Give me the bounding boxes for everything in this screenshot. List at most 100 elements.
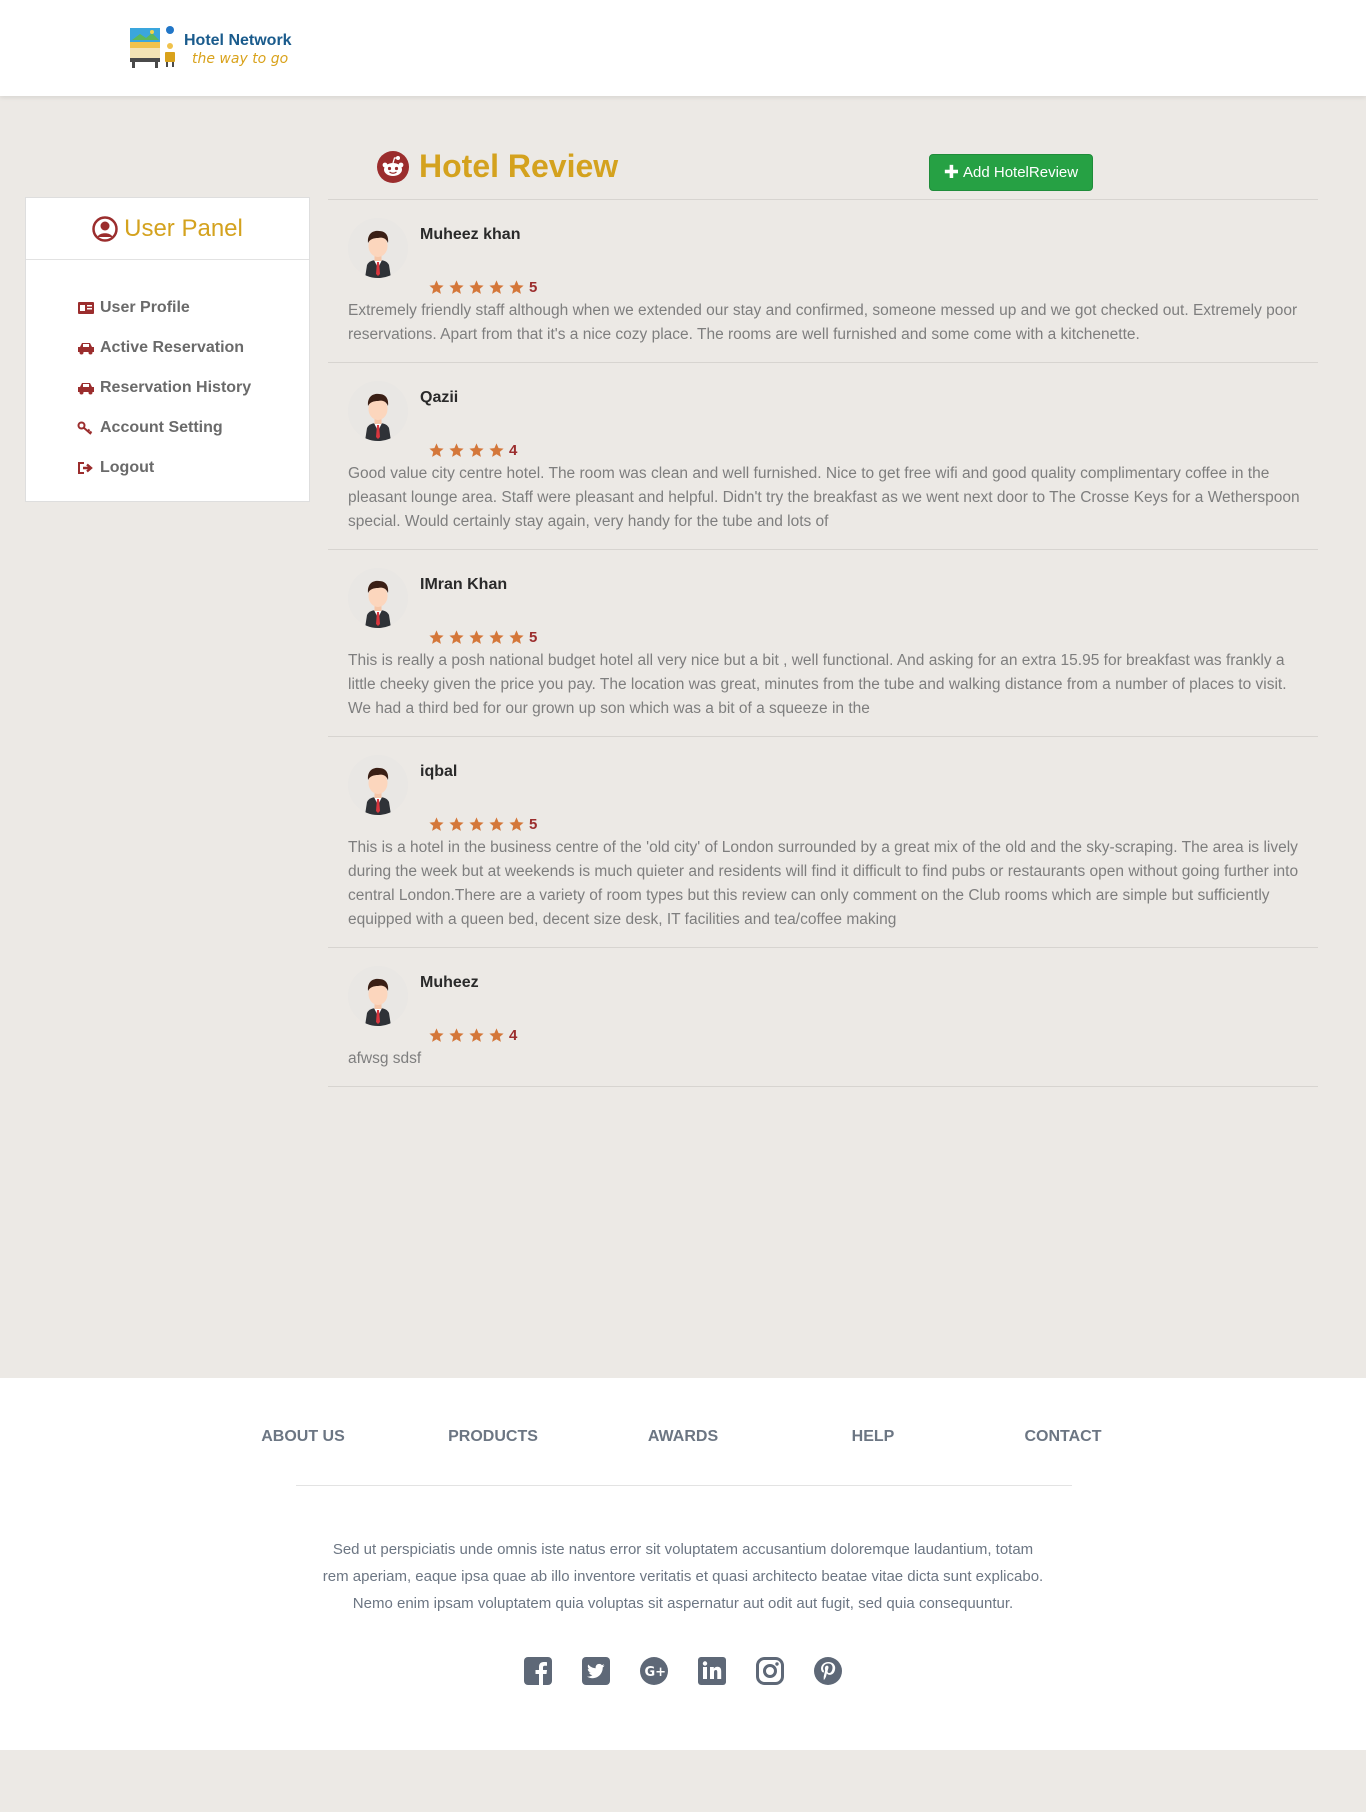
footer-link-help[interactable]: HELP [852, 1428, 895, 1446]
star-icon [469, 1027, 484, 1042]
user-panel-header: User Panel [26, 198, 309, 260]
review-header: IMran Khan [348, 568, 1318, 628]
review-item: Qazii 4 Good value city centre hotel. The … [328, 363, 1318, 550]
pinterest-icon[interactable] [813, 1656, 843, 1686]
brand[interactable]: Hotel Network the way to go [128, 26, 292, 70]
star-icon [449, 1027, 464, 1042]
footer-link-about-us[interactable]: ABOUT US [261, 1428, 345, 1446]
page-title: Hotel Review [376, 148, 618, 185]
sign-out-icon [78, 462, 93, 474]
footer: ABOUT US PRODUCTS AWARDS HELP CONTACT Se… [0, 1378, 1366, 1750]
car-icon [78, 383, 94, 395]
top-navbar: Hotel Network the way to go [0, 0, 1366, 96]
star-icon [449, 816, 464, 831]
review-item: Muheez 4 afwsg sdsf [328, 948, 1318, 1087]
footer-link-awards[interactable]: AWARDS [648, 1428, 718, 1446]
user-circle-icon [92, 215, 118, 242]
review-header: Muheez [348, 966, 1318, 1026]
star-icon [489, 629, 504, 644]
social-links: G+ [523, 1656, 871, 1686]
star-icon [429, 816, 444, 831]
star-rating: 5 [428, 277, 1318, 297]
sidebar-item-logout[interactable]: Logout [77, 448, 309, 488]
user-panel-title: User Panel [124, 214, 243, 242]
footer-description: Sed ut perspiciatis unde omnis iste natu… [322, 1541, 1044, 1612]
sidebar-item-user-profile[interactable]: User Profile [77, 288, 309, 328]
google-plus-icon[interactable]: G+ [639, 1656, 669, 1686]
rating-value: 4 [509, 1026, 518, 1044]
footer-nav: ABOUT US PRODUCTS AWARDS HELP CONTACT [0, 1428, 1366, 1448]
review-item: IMran Khan 5 This is really a posh nationa… [328, 550, 1318, 737]
facebook-icon[interactable] [523, 1656, 553, 1686]
star-icon [429, 279, 444, 294]
reviewer-name: Qazii [420, 389, 459, 406]
sidebar-item-account-setting[interactable]: Account Setting [77, 408, 309, 448]
user-panel: User Panel User Profile Active Reservati… [25, 197, 310, 502]
star-rating: 4 [428, 1025, 1318, 1045]
review-header: Muheez khan [348, 218, 1318, 278]
footer-link-contact[interactable]: CONTACT [1024, 1428, 1101, 1446]
add-hotel-review-button[interactable]: ✚ Add HotelReview [929, 154, 1093, 191]
page-title-text: Hotel Review [419, 148, 619, 184]
hotel-logo-icon [130, 26, 175, 68]
sidebar-item-reservation-history[interactable]: Reservation History [77, 368, 309, 408]
plus-icon: ✚ [943, 162, 960, 182]
star-rating: 4 [428, 440, 1318, 460]
review-header: Qazii [348, 381, 1318, 441]
footer-link-products[interactable]: PRODUCTS [448, 1428, 538, 1446]
twitter-icon[interactable] [581, 1656, 611, 1686]
reviewer-name: IMran Khan [420, 576, 508, 593]
star-icon [429, 1027, 444, 1042]
brand-name: Hotel Network [184, 32, 292, 49]
star-icon [469, 279, 484, 294]
review-text: Good value city centre hotel. The room w… [348, 465, 1300, 530]
sidebar-item-label: Active Reservation [100, 339, 245, 356]
linkedin-icon[interactable] [697, 1656, 727, 1686]
footer-divider [296, 1485, 1072, 1486]
star-icon [469, 442, 484, 457]
star-rating: 5 [428, 627, 1318, 647]
rating-value: 5 [529, 628, 538, 646]
sidebar-item-label: Logout [100, 459, 155, 476]
svg-text:G+: G+ [645, 1665, 667, 1680]
review-text: This is a hotel in the business centre o… [348, 839, 1299, 928]
star-icon [509, 816, 524, 831]
car-icon [78, 343, 94, 355]
star-icon [449, 629, 464, 644]
star-icon [509, 279, 524, 294]
brand-tagline: the way to go [192, 51, 289, 67]
add-hotel-review-label: Add HotelReview [963, 164, 1079, 181]
review-text: This is really a posh national budget ho… [348, 652, 1287, 717]
review-header: iqbal [348, 755, 1318, 815]
avatar [348, 755, 408, 815]
rating-value: 5 [529, 815, 538, 833]
reviewer-name: Muheez [420, 974, 479, 991]
review-text: Extremely friendly staff although when w… [348, 302, 1298, 343]
star-icon [429, 629, 444, 644]
review-item: iqbal 5 This is a hotel in the business ce… [328, 737, 1318, 948]
rating-value: 4 [509, 441, 518, 459]
star-icon [449, 279, 464, 294]
key-icon [77, 421, 93, 435]
star-icon [509, 629, 524, 644]
reddit-icon [377, 150, 409, 183]
review-text: afwsg sdsf [348, 1050, 422, 1067]
star-icon [489, 1027, 504, 1042]
user-panel-menu: User Profile Active Reservation Reservat… [26, 260, 309, 488]
star-icon [469, 816, 484, 831]
rating-value: 5 [529, 278, 538, 296]
instagram-icon[interactable] [755, 1656, 785, 1686]
avatar [348, 381, 408, 441]
star-icon [429, 442, 444, 457]
star-icon [489, 816, 504, 831]
star-icon [469, 629, 484, 644]
review-list: Muheez khan 5 Extremely friendly staff alt… [328, 199, 1318, 1087]
avatar [348, 568, 408, 628]
avatar [348, 966, 408, 1026]
sidebar-item-active-reservation[interactable]: Active Reservation [77, 328, 309, 368]
review-item: Muheez khan 5 Extremely friendly staff alt… [328, 200, 1318, 363]
sidebar-item-label: User Profile [100, 299, 190, 316]
star-rating: 5 [428, 814, 1318, 834]
star-icon [449, 442, 464, 457]
reviewer-name: Muheez khan [420, 226, 521, 243]
